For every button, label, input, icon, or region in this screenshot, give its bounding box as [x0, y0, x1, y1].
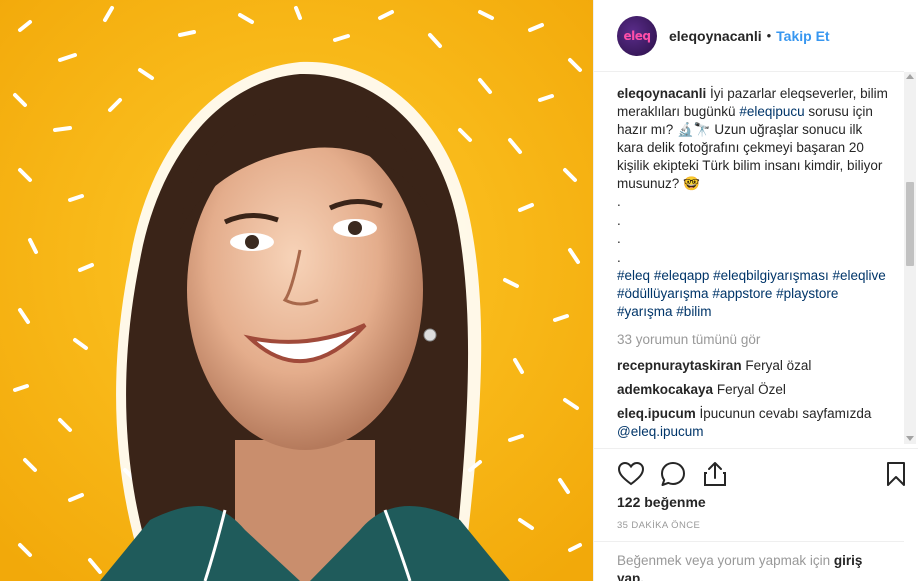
post-header: eleq eleqoynacanli • Takip Et — [594, 0, 904, 72]
hashtag[interactable]: #appstore — [712, 286, 772, 301]
caption-username[interactable]: eleqoynacanli — [617, 86, 706, 101]
hashtag[interactable]: #eleqbilgiyarışması — [713, 268, 829, 283]
comment-text: Feryal Özel — [716, 382, 786, 397]
scroll-up-arrow-icon[interactable] — [906, 74, 914, 79]
hashtag-eleqipucu[interactable]: #eleqipucu — [739, 104, 804, 119]
comment-username[interactable]: recepnuraytaskiran — [617, 358, 742, 373]
login-prompt: Beğenmek veya yorum yapmak için giriş ya… — [594, 541, 904, 581]
follow-button[interactable]: Takip Et — [776, 28, 829, 44]
comment-item: recepnuraytaskiran Feryal özal — [617, 357, 892, 375]
separator: • — [766, 28, 772, 43]
hashtag[interactable]: #playstore — [776, 286, 838, 301]
comment-item: ademkocakaya Feryal Özel — [617, 381, 892, 399]
hashtag[interactable]: #eleqlive — [832, 268, 885, 283]
dot-line: . — [617, 231, 621, 246]
avatar[interactable]: eleq — [617, 15, 657, 56]
hashtag-list: #eleq #eleqapp #eleqbilgiyarışması #eleq… — [617, 267, 892, 321]
header-username[interactable]: eleqoynacanli — [669, 28, 762, 44]
hashtag[interactable]: #eleq — [617, 268, 650, 283]
action-icons — [616, 459, 730, 489]
comment-mention[interactable]: @eleq.ipucum — [617, 424, 704, 439]
hashtag[interactable]: #bilim — [676, 304, 711, 319]
bookmark-icon[interactable] — [881, 459, 911, 489]
scrollbar-thumb[interactable] — [906, 182, 914, 266]
comment-username[interactable]: eleq.ipucum — [617, 406, 696, 421]
caption-dots: . . . . — [617, 193, 892, 267]
comment-text: Feryal özal — [745, 358, 812, 373]
comment-item: eleq.ipucum İpucunun cevabı sayfamızda @… — [617, 405, 892, 440]
comments-list: eleqoynacanli İyi pazarlar eleqseverler,… — [617, 85, 892, 440]
scroll-down-arrow-icon[interactable] — [906, 436, 914, 441]
dot-line: . — [617, 249, 621, 265]
post-timestamp[interactable]: 35 DAKİKA ÖNCE — [617, 520, 700, 531]
likes-count[interactable]: 122 beğenme — [617, 494, 706, 510]
avatar-text: eleq — [623, 28, 651, 43]
dot-line: . — [617, 212, 621, 228]
share-icon[interactable] — [700, 459, 730, 489]
post-image[interactable] — [0, 0, 593, 581]
login-prompt-text: Beğenmek veya yorum yapmak için — [617, 553, 834, 568]
comments-scrollbar[interactable] — [904, 72, 916, 444]
hashtag[interactable]: #ödüllüyarışma — [617, 286, 709, 301]
hashtag[interactable]: #eleqapp — [654, 268, 710, 283]
dot-line: . — [617, 194, 621, 209]
post-details-panel: eleq eleqoynacanli • Takip Et eleqoynaca… — [593, 0, 918, 581]
view-all-comments-link[interactable]: 33 yorumun tümünü gör — [617, 331, 892, 349]
hashtag[interactable]: #yarışma — [617, 304, 673, 319]
comment-text: İpucunun cevabı sayfamızda — [699, 406, 872, 421]
post-actions: 122 beğenme 35 DAKİKA ÖNCE Beğenmek veya… — [594, 448, 918, 581]
comment-icon[interactable] — [658, 459, 688, 489]
portrait-illustration — [0, 0, 593, 581]
heart-icon[interactable] — [616, 459, 646, 489]
caption: eleqoynacanli İyi pazarlar eleqseverler,… — [617, 85, 892, 321]
comment-username[interactable]: ademkocakaya — [617, 382, 713, 397]
